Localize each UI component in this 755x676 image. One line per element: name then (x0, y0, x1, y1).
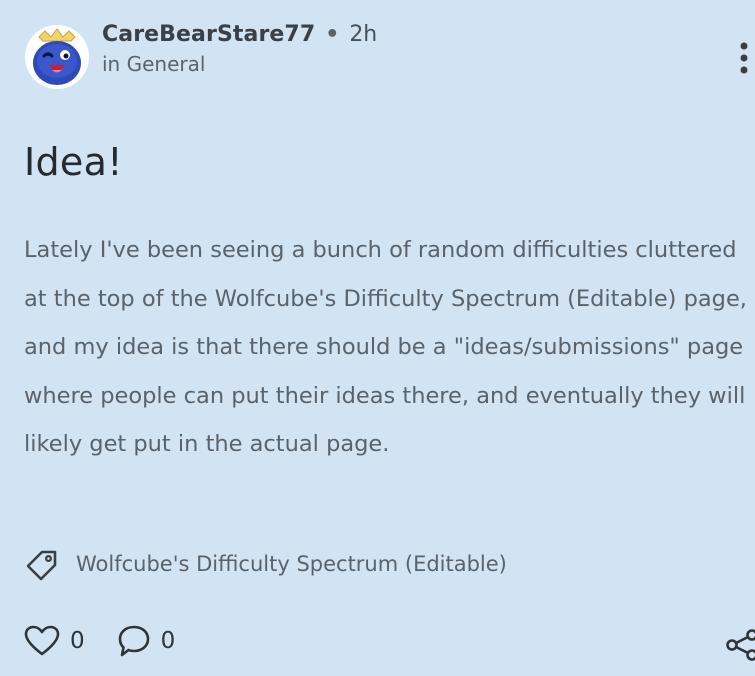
comment-button[interactable]: 0 (117, 624, 176, 658)
author-name[interactable]: CareBearStare77 (102, 24, 315, 46)
post-title: Idea! (24, 140, 123, 184)
post-body: Lately I've been seeing a bunch of rando… (24, 237, 747, 457)
tag-label: Wolfcube's Difficulty Spectrum (Editable… (76, 552, 507, 576)
post-meta-top: CareBearStare77 • 2h (102, 24, 377, 46)
post-meta: CareBearStare77 • 2h in General (102, 24, 377, 75)
more-vertical-icon[interactable] (737, 40, 751, 80)
avatar[interactable] (25, 25, 89, 89)
post-category[interactable]: in General (102, 54, 377, 74)
share-icon[interactable] (726, 628, 755, 662)
avatar-image (25, 25, 89, 89)
post-actions: 0 0 (24, 624, 175, 658)
post-card: CareBearStare77 • 2h in General Idea! La… (0, 0, 755, 676)
tag-icon (26, 550, 57, 581)
post-time: 2h (349, 22, 378, 47)
comment-count: 0 (160, 628, 176, 654)
meta-separator: • (325, 22, 340, 47)
like-count: 0 (70, 628, 85, 654)
speech-bubble-icon (118, 625, 149, 657)
like-button[interactable]: 0 (24, 625, 85, 657)
post-tag[interactable]: Wolfcube's Difficulty Spectrum (Editable… (24, 546, 507, 582)
heart-outline-icon (24, 625, 60, 656)
